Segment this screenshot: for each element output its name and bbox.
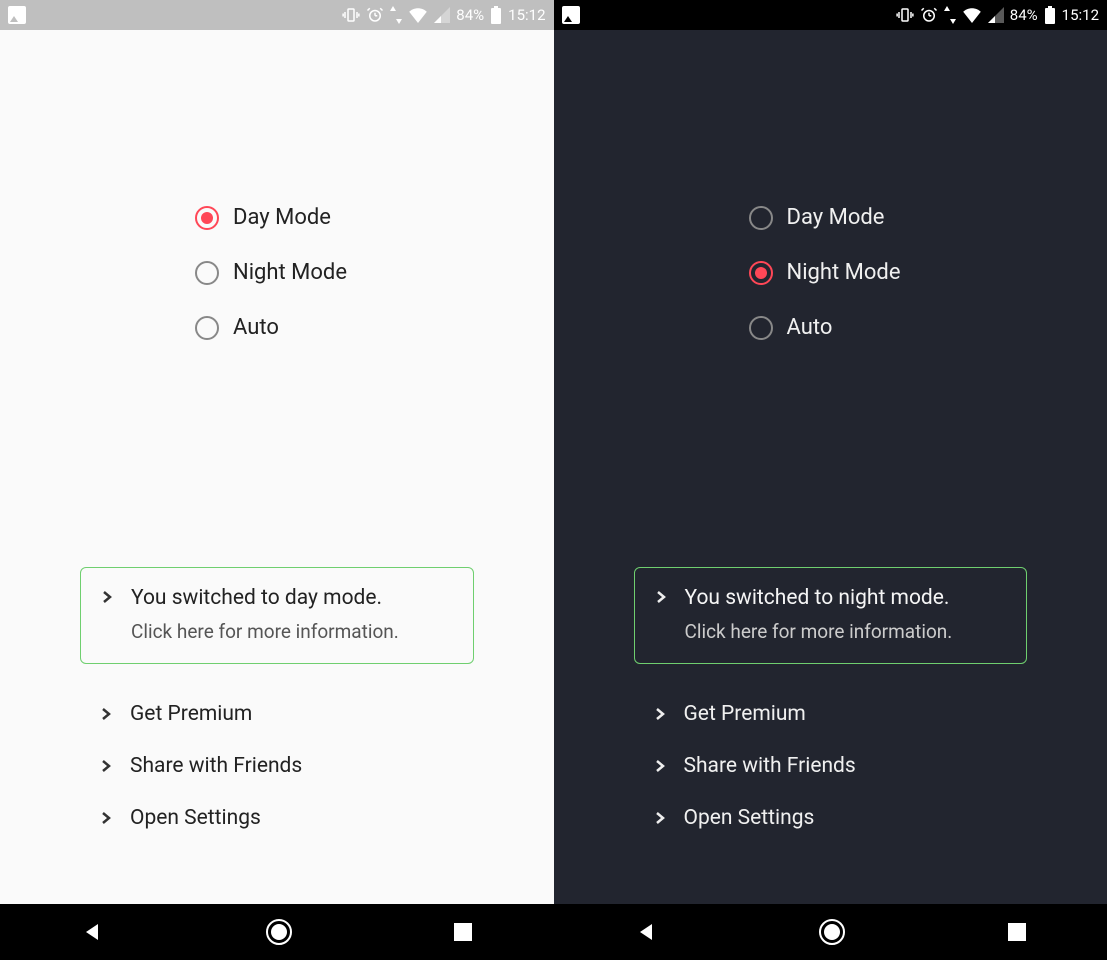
- nav-back-button[interactable]: [634, 920, 658, 944]
- alarm-icon: [366, 6, 384, 24]
- phone-dark: 84% 15:12 Day Mode Night Mode Auto: [554, 0, 1107, 960]
- status-bar: 84% 15:12: [554, 0, 1107, 30]
- alarm-icon: [920, 6, 938, 24]
- content-area: Day Mode Night Mode Auto You switched to…: [0, 30, 554, 904]
- mode-switch-notice[interactable]: You switched to day mode. Click here for…: [80, 567, 474, 664]
- content-area: Day Mode Night Mode Auto You switched to…: [554, 30, 1107, 904]
- nav-recent-button[interactable]: [453, 922, 473, 942]
- chevron-right-icon: [100, 759, 112, 773]
- radio-night-mode[interactable]: Night Mode: [195, 260, 554, 285]
- link-label: Share with Friends: [684, 754, 856, 778]
- notice-line1: You switched to day mode.: [131, 586, 399, 610]
- radio-night-mode[interactable]: Night Mode: [749, 260, 1107, 285]
- clock-time: 15:12: [1062, 6, 1099, 24]
- chevron-right-icon: [654, 759, 666, 773]
- theme-radio-group: Day Mode Night Mode Auto: [195, 205, 554, 340]
- radio-circle-icon: [195, 261, 219, 285]
- notice-line2: Click here for more information.: [131, 620, 399, 643]
- status-bar: 84% 15:12: [0, 0, 554, 30]
- radio-circle-icon: [195, 206, 219, 230]
- nav-home-button[interactable]: [818, 918, 846, 946]
- radio-auto-mode[interactable]: Auto: [195, 315, 554, 340]
- radio-day-mode[interactable]: Day Mode: [195, 205, 554, 230]
- link-open-settings[interactable]: Open Settings: [634, 792, 1028, 844]
- phone-light: 84% 15:12 Day Mode Night Mode Auto: [0, 0, 554, 960]
- link-label: Open Settings: [684, 806, 815, 830]
- link-share[interactable]: Share with Friends: [634, 740, 1028, 792]
- radio-label: Day Mode: [233, 205, 331, 230]
- notice-line1: You switched to night mode.: [685, 586, 953, 610]
- link-get-premium[interactable]: Get Premium: [80, 688, 474, 740]
- radio-circle-icon: [749, 316, 773, 340]
- nav-bar: [0, 904, 554, 960]
- picture-icon: [562, 6, 580, 24]
- radio-label: Night Mode: [787, 260, 901, 285]
- theme-radio-group: Day Mode Night Mode Auto: [749, 205, 1107, 340]
- battery-percent: 84%: [456, 6, 484, 24]
- notice-line2: Click here for more information.: [685, 620, 953, 643]
- radio-day-mode[interactable]: Day Mode: [749, 205, 1107, 230]
- link-get-premium[interactable]: Get Premium: [634, 688, 1028, 740]
- battery-icon: [1044, 6, 1056, 24]
- wifi-icon: [408, 7, 428, 23]
- radio-circle-icon: [749, 261, 773, 285]
- status-icons: 84% 15:12: [342, 6, 545, 24]
- clock-time: 15:12: [508, 6, 545, 24]
- vibrate-icon: [896, 6, 914, 24]
- battery-percent: 84%: [1010, 6, 1038, 24]
- nav-bar: [554, 904, 1107, 960]
- radio-circle-icon: [749, 206, 773, 230]
- vibrate-icon: [342, 6, 360, 24]
- link-label: Open Settings: [130, 806, 261, 830]
- battery-icon: [490, 6, 502, 24]
- link-label: Share with Friends: [130, 754, 302, 778]
- nav-back-button[interactable]: [80, 920, 104, 944]
- links-section: You switched to night mode. Click here f…: [554, 567, 1107, 844]
- link-share[interactable]: Share with Friends: [80, 740, 474, 792]
- link-label: Get Premium: [684, 702, 806, 726]
- status-icons: 84% 15:12: [896, 6, 1099, 24]
- radio-label: Auto: [787, 315, 833, 340]
- nav-recent-button[interactable]: [1007, 922, 1027, 942]
- data-sync-icon: [390, 6, 402, 24]
- chevron-right-icon: [654, 811, 666, 825]
- chevron-right-icon: [655, 586, 667, 643]
- links-section: You switched to day mode. Click here for…: [0, 567, 554, 844]
- link-label: Get Premium: [130, 702, 252, 726]
- mode-switch-notice[interactable]: You switched to night mode. Click here f…: [634, 567, 1028, 664]
- nav-home-button[interactable]: [265, 918, 293, 946]
- radio-label: Auto: [233, 315, 279, 340]
- signal-icon: [988, 7, 1004, 23]
- wifi-icon: [962, 7, 982, 23]
- chevron-right-icon: [100, 811, 112, 825]
- radio-label: Day Mode: [787, 205, 885, 230]
- chevron-right-icon: [101, 586, 113, 643]
- radio-circle-icon: [195, 316, 219, 340]
- data-sync-icon: [944, 6, 956, 24]
- picture-icon: [8, 6, 26, 24]
- link-open-settings[interactable]: Open Settings: [80, 792, 474, 844]
- signal-icon: [434, 7, 450, 23]
- chevron-right-icon: [100, 707, 112, 721]
- chevron-right-icon: [654, 707, 666, 721]
- radio-label: Night Mode: [233, 260, 347, 285]
- radio-auto-mode[interactable]: Auto: [749, 315, 1107, 340]
